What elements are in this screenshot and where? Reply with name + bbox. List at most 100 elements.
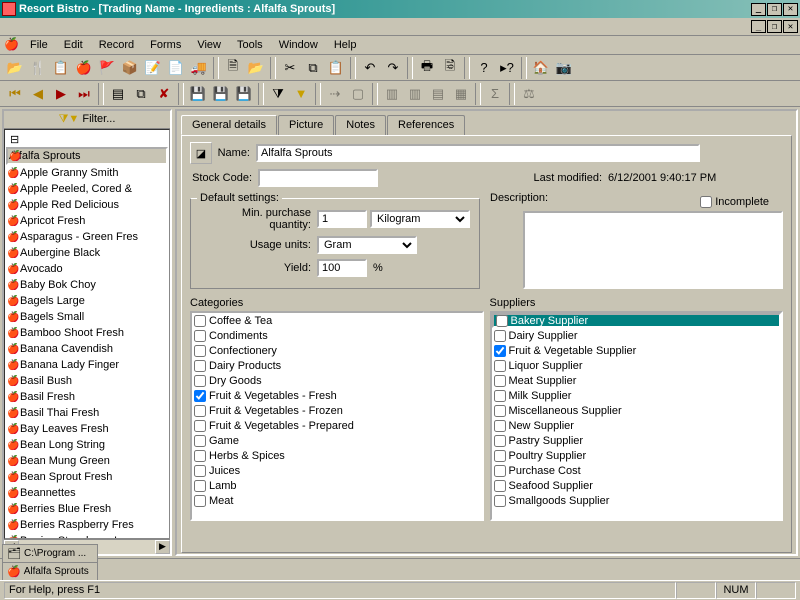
redo-icon[interactable]: ↷ <box>382 57 404 79</box>
tree-item[interactable]: Asparagus - Green Fres <box>6 229 168 245</box>
cut-icon[interactable]: ✂ <box>279 57 301 79</box>
cutlery-icon[interactable]: 🍴 <box>27 57 49 79</box>
supplier-item[interactable]: Dairy Supplier <box>492 328 782 343</box>
list-icon[interactable]: 📋 <box>50 57 72 79</box>
chart4-icon[interactable]: ▦ <box>450 83 472 105</box>
minqty-unit-select[interactable]: Kilogram <box>370 210 470 228</box>
category-item[interactable]: Dry Goods <box>192 373 482 388</box>
supplier-item[interactable]: Poultry Supplier <box>492 448 782 463</box>
record-copy-icon[interactable]: ⧉ <box>130 83 152 105</box>
document-tab[interactable]: 🗂C:\Program ... <box>2 544 98 562</box>
tree-item[interactable]: Apple Peeled, Cored & <box>6 181 168 197</box>
tab-picture[interactable]: Picture <box>278 115 334 135</box>
folder-open-icon[interactable]: 📂 <box>4 57 26 79</box>
mdi-restore-button[interactable]: ❐ <box>767 20 782 33</box>
box-icon[interactable]: 📦 <box>119 57 141 79</box>
tree-item[interactable]: Aubergine Black <box>6 245 168 261</box>
menu-tools[interactable]: Tools <box>229 37 271 53</box>
lock-icon[interactable]: 📝 <box>142 57 164 79</box>
category-item[interactable]: Fruit & Vegetables - Fresh <box>192 388 482 403</box>
copy-icon[interactable]: ⧉ <box>302 57 324 79</box>
supplier-item[interactable]: Smallgoods Supplier <box>492 493 782 508</box>
tree-item[interactable]: Basil Thai Fresh <box>6 405 168 421</box>
filter-funnel-icon[interactable]: ▼ <box>290 83 312 105</box>
saveas-icon[interactable]: 💾 <box>210 83 232 105</box>
tree-item[interactable]: Berries Blue Fresh <box>6 501 168 517</box>
tag-icon[interactable]: ▢ <box>347 83 369 105</box>
tree-item[interactable]: Basil Bush <box>6 373 168 389</box>
supplier-item[interactable]: Miscellaneous Supplier <box>492 403 782 418</box>
paste-icon[interactable]: 📄 <box>165 57 187 79</box>
print-icon[interactable]: 🖶 <box>416 57 438 79</box>
tree-item[interactable]: Berries Strawberry Lar <box>6 533 168 539</box>
tree-item[interactable]: Bean Mung Green <box>6 453 168 469</box>
yield-input[interactable] <box>317 259 367 277</box>
saveall-icon[interactable]: 💾 <box>233 83 255 105</box>
category-item[interactable]: Condiments <box>192 328 482 343</box>
category-item[interactable]: Herbs & Spices <box>192 448 482 463</box>
category-item[interactable]: Confectionery <box>192 343 482 358</box>
name-input[interactable] <box>256 144 700 162</box>
ingredient-icon-button[interactable]: ◪ <box>190 142 212 164</box>
supplier-item[interactable]: Purchase Cost <box>492 463 782 478</box>
supplier-item[interactable]: Liquor Supplier <box>492 358 782 373</box>
menu-record[interactable]: Record <box>91 37 142 53</box>
chart-icon[interactable]: ▥ <box>381 83 403 105</box>
category-item[interactable]: Coffee & Tea <box>192 313 482 328</box>
record-first-icon[interactable]: ⏮ <box>4 83 26 105</box>
apple-icon[interactable]: 🍎 <box>73 57 95 79</box>
mdi-close-button[interactable]: ✕ <box>783 20 798 33</box>
menu-forms[interactable]: Forms <box>142 37 189 53</box>
minqty-input[interactable] <box>317 210 367 228</box>
tree-item[interactable]: Banana Lady Finger <box>6 357 168 373</box>
suppliers-listbox[interactable]: Bakery SupplierDairy SupplierFruit & Veg… <box>490 311 784 521</box>
category-item[interactable]: Lamb <box>192 478 482 493</box>
supplier-item[interactable]: Pastry Supplier <box>492 433 782 448</box>
tree-item[interactable]: Bamboo Shoot Fresh <box>6 325 168 341</box>
description-textarea[interactable] <box>523 211 783 289</box>
tree-item[interactable]: Apple Granny Smith <box>6 165 168 181</box>
ingredient-tree[interactable]: ⊟ Alfalfa SproutsApple Granny SmithApple… <box>4 129 170 539</box>
context-help-icon[interactable]: ▸? <box>496 57 518 79</box>
supplier-item[interactable]: Milk Supplier <box>492 388 782 403</box>
document-tab[interactable]: 🍎Alfalfa Sprouts <box>2 562 98 580</box>
tree-item[interactable]: Banana Cavendish <box>6 341 168 357</box>
filter-icon[interactable]: ⧩ <box>267 83 289 105</box>
minimize-button[interactable]: _ <box>751 3 766 16</box>
tree-item[interactable]: Bagels Small <box>6 309 168 325</box>
chart3-icon[interactable]: ▤ <box>427 83 449 105</box>
tree-item[interactable]: Alfalfa Sprouts <box>6 147 168 165</box>
category-item[interactable]: Dairy Products <box>192 358 482 373</box>
menu-window[interactable]: Window <box>271 37 326 53</box>
supplier-item[interactable]: Bakery Supplier <box>492 313 782 328</box>
paste2-icon[interactable]: 📋 <box>325 57 347 79</box>
tree-root[interactable]: ⊟ <box>6 131 168 147</box>
record-next-icon[interactable]: ▶ <box>50 83 72 105</box>
help-icon[interactable]: ? <box>473 57 495 79</box>
jump-icon[interactable]: ⇢ <box>324 83 346 105</box>
tree-item[interactable]: Baby Bok Choy <box>6 277 168 293</box>
category-item[interactable]: Juices <box>192 463 482 478</box>
menu-view[interactable]: View <box>189 37 229 53</box>
tree-item[interactable]: Bay Leaves Fresh <box>6 421 168 437</box>
balance-icon[interactable]: ⚖ <box>518 83 540 105</box>
camera-icon[interactable]: 📷 <box>553 57 575 79</box>
truck-icon[interactable]: 🚚 <box>188 57 210 79</box>
supplier-item[interactable]: New Supplier <box>492 418 782 433</box>
mdi-minimize-button[interactable]: _ <box>751 20 766 33</box>
category-item[interactable]: Meat <box>192 493 482 508</box>
stock-code-input[interactable] <box>258 169 378 187</box>
open-doc-icon[interactable]: 📂 <box>245 57 267 79</box>
supplier-item[interactable]: Fruit & Vegetable Supplier <box>492 343 782 358</box>
maximize-button[interactable]: ❐ <box>767 3 782 16</box>
tab-references[interactable]: References <box>387 115 465 135</box>
home-icon[interactable]: 🏠 <box>530 57 552 79</box>
tree-item[interactable]: Bagels Large <box>6 293 168 309</box>
menu-help[interactable]: Help <box>326 37 365 53</box>
tree-item[interactable]: Berries Raspberry Fres <box>6 517 168 533</box>
print-preview-icon[interactable]: 🗟 <box>439 57 461 79</box>
supplier-item[interactable]: Meat Supplier <box>492 373 782 388</box>
hscroll-right-icon[interactable]: ▶ <box>155 540 170 554</box>
tree-item[interactable]: Apricot Fresh <box>6 213 168 229</box>
record-last-icon[interactable]: ⏭ <box>73 83 95 105</box>
